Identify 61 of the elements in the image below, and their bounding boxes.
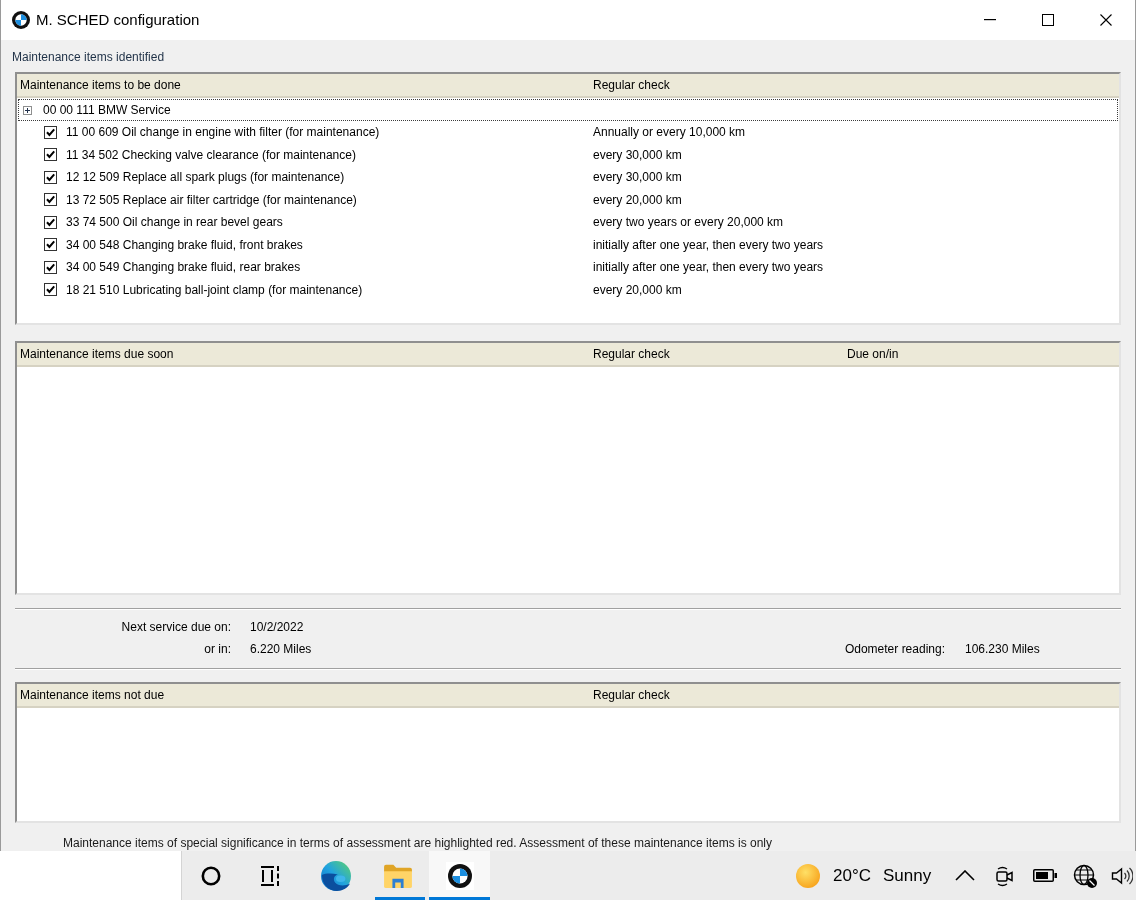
table-cell: every 30,000 km (593, 170, 682, 185)
table-cell: 13 72 505 Replace air filter cartridge (for maintenance) (66, 192, 357, 207)
chevron-up-icon[interactable] (955, 870, 975, 881)
summary-value: 6.220 Miles (250, 642, 312, 656)
checkbox[interactable] (44, 283, 57, 297)
table-cell: every two years or every 20,000 km (593, 215, 784, 230)
summary-label: Next service due on: (121, 620, 231, 634)
table-cell: every 20,000 km (593, 192, 682, 207)
table-cell: 12 12 509 Replace all spark plugs (for maintenance) (66, 170, 345, 185)
weather-condition-text[interactable]: Sunny (883, 865, 932, 886)
maximize-icon (1042, 14, 1054, 26)
table-cell: Annually or every 10,000 km (593, 125, 746, 140)
table-cell: every 20,000 km (593, 282, 682, 297)
tree-item-label[interactable]: 00 00 111 BMW Service (43, 103, 171, 117)
table-cell: 34 00 548 Changing brake fluid, front brakes (66, 237, 303, 252)
close-icon (1100, 14, 1112, 26)
checkbox[interactable] (44, 193, 57, 207)
temperature-text[interactable]: 20°C (833, 865, 871, 886)
column-header[interactable]: Maintenance items to be done (17, 78, 181, 92)
checkbox[interactable] (44, 260, 57, 274)
checkbox[interactable] (44, 148, 57, 162)
column-header[interactable]: Due on/in (847, 347, 899, 361)
window-stack-icon (259, 864, 282, 887)
folder-icon (383, 862, 413, 889)
expand-icon[interactable] (23, 105, 32, 115)
speaker-icon[interactable] (1111, 865, 1133, 886)
table-cell: 18 21 510 Lubricating ball-joint clamp (for maintenance) (66, 282, 363, 297)
checkbox[interactable] (44, 238, 57, 252)
swirl-logo-icon (321, 860, 351, 891)
minimize-icon (984, 19, 996, 21)
circle-icon (201, 865, 221, 886)
tree-row[interactable]: 00 00 111 BMW Service (18, 99, 1118, 121)
summary-label: or in: (204, 642, 231, 656)
summary-label: Odometer reading: (844, 642, 945, 656)
table-cell: initially after one year, then every two years (593, 260, 824, 275)
summary-value: 106.230 Miles (965, 642, 1040, 656)
checkbox[interactable] (44, 215, 57, 229)
checkbox[interactable] (44, 125, 57, 139)
camera-icon[interactable] (995, 864, 1015, 887)
taskbar-button[interactable] (429, 851, 490, 900)
column-header[interactable]: Maintenance items not due (17, 688, 165, 702)
taskbar-search-field[interactable] (0, 851, 182, 900)
summary-value: 10/2/2022 (250, 620, 304, 634)
column-header[interactable]: Maintenance items due soon (17, 347, 174, 361)
checkbox[interactable] (44, 170, 57, 184)
table-cell: initially after one year, then every two years (593, 237, 824, 252)
app-logo-icon (12, 11, 30, 29)
section-label: Maintenance items identified (12, 50, 165, 65)
table-cell: 33 74 500 Oil change in rear bevel gears (66, 215, 283, 230)
column-header[interactable]: Regular check (593, 347, 670, 361)
table-cell: 34 00 549 Changing brake fluid, rear brakes (66, 260, 301, 275)
column-header[interactable]: Regular check (593, 78, 670, 92)
table-cell: 11 00 609 Oil change in engine with filter (for maintenance) (66, 125, 380, 140)
column-header[interactable]: Regular check (593, 688, 670, 702)
app-logo-icon (445, 861, 474, 890)
table-cell: every 30,000 km (593, 147, 682, 162)
window-title: M. SCHED configuration (36, 11, 200, 29)
battery-icon[interactable] (1033, 869, 1057, 882)
globe-icon[interactable] (1073, 863, 1097, 888)
footnote-text: Maintenance items of special significance in terms of assessment are highlighted red. Assessment of these maintenance items is only (63, 836, 773, 850)
table-cell: 11 34 502 Checking valve clearance (for maintenance) (66, 147, 356, 162)
